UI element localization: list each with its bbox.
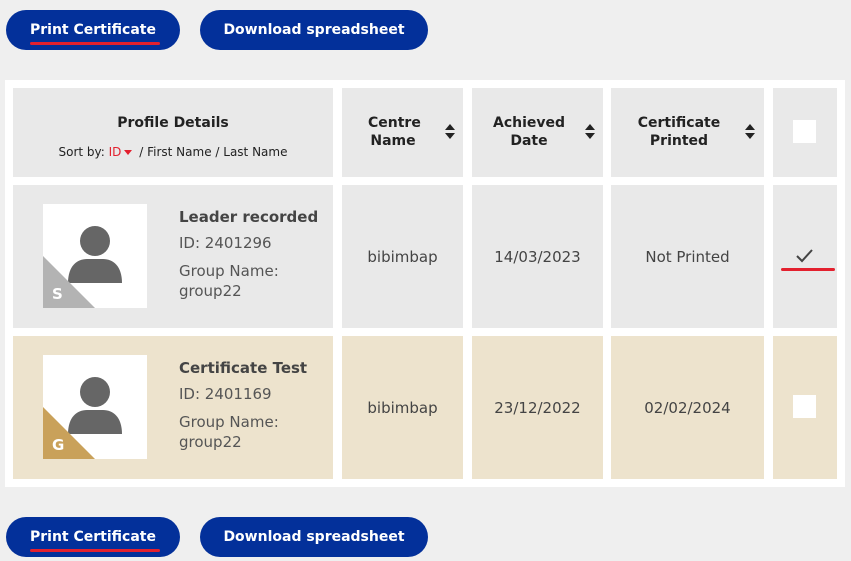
- sort-id-text: ID: [108, 145, 122, 159]
- check-icon: [796, 249, 813, 263]
- certificate-value: Not Printed: [645, 248, 730, 266]
- achieved-value: 23/12/2022: [494, 399, 581, 417]
- avatar: S: [43, 204, 147, 308]
- table-cell-centre: bibimbap: [342, 336, 463, 479]
- achieved-title-line2: Date: [510, 133, 548, 149]
- centre-name-title: Centre Name: [368, 114, 421, 150]
- table-cell-select: [773, 336, 837, 479]
- profile-group: Group Name: group22: [179, 412, 279, 452]
- header-achieved-date[interactable]: Achieved Date: [472, 88, 603, 177]
- table-cell-select: [773, 185, 837, 328]
- print-certificate-button[interactable]: Print Certificate: [6, 517, 180, 557]
- group-value: group22: [179, 282, 242, 300]
- certificate-printed-title: Certificate Printed: [637, 114, 721, 150]
- row-select-checkbox[interactable]: [793, 244, 816, 267]
- download-spreadsheet-button[interactable]: Download spreadsheet: [200, 517, 428, 557]
- sort-by-label: Sort by:: [58, 145, 105, 159]
- profile-name: Leader recorded: [179, 208, 319, 226]
- centre-value: bibimbap: [367, 399, 438, 417]
- focus-underline: [30, 549, 160, 552]
- download-spreadsheet-label: Download spreadsheet: [223, 22, 405, 38]
- download-spreadsheet-button[interactable]: Download spreadsheet: [200, 10, 428, 50]
- certificate-title-line2: Printed: [649, 133, 709, 149]
- row-select-checkbox[interactable]: [793, 395, 816, 418]
- table-cell-achieved: 23/12/2022: [472, 336, 603, 479]
- centre-title-line2: Name: [370, 133, 416, 149]
- results-table: Profile Details Sort by: ID / First Name…: [5, 80, 845, 487]
- print-certificate-label: Print Certificate: [30, 529, 156, 545]
- avatar: G: [43, 355, 147, 459]
- header-centre-name[interactable]: Centre Name: [342, 88, 463, 177]
- header-profile-details: Profile Details Sort by: ID / First Name…: [13, 88, 333, 177]
- badge-letter: S: [52, 285, 63, 303]
- badge-triangle: [43, 256, 95, 308]
- achieved-title-line1: Achieved: [493, 115, 566, 131]
- header-certificate-printed[interactable]: Certificate Printed: [611, 88, 764, 177]
- profile-details-title: Profile Details: [117, 115, 229, 131]
- caret-down-icon: [124, 150, 133, 155]
- group-label: Group Name:: [179, 262, 279, 280]
- table-cell-certificate: Not Printed: [611, 185, 764, 328]
- print-certificate-label: Print Certificate: [30, 22, 156, 38]
- table-row-profile: S Leader recorded ID: 2401296 Group Name…: [13, 185, 333, 328]
- table-cell-achieved: 14/03/2023: [472, 185, 603, 328]
- sort-by-last-name-link[interactable]: / Last Name: [215, 145, 287, 159]
- profile-id: ID: 2401169: [179, 385, 272, 403]
- profile-group: Group Name: group22: [179, 261, 279, 301]
- achieved-date-title: Achieved Date: [493, 114, 565, 150]
- sort-arrows-icon[interactable]: [585, 124, 595, 140]
- sort-arrows-icon[interactable]: [745, 124, 755, 140]
- profile-name: Certificate Test: [179, 359, 308, 377]
- table-row-profile: G Certificate Test ID: 2401169 Group Nam…: [13, 336, 333, 479]
- focus-underline: [30, 42, 160, 45]
- centre-value: bibimbap: [367, 248, 438, 266]
- print-certificate-button[interactable]: Print Certificate: [6, 10, 180, 50]
- badge-letter: G: [52, 436, 65, 454]
- sort-by-controls: Sort by: ID / First Name / Last Name: [13, 145, 333, 159]
- badge-triangle: [43, 407, 95, 459]
- certificate-title-line1: Certificate: [637, 115, 721, 131]
- sort-arrows-icon[interactable]: [445, 124, 455, 140]
- table-cell-centre: bibimbap: [342, 185, 463, 328]
- centre-title-line1: Centre: [368, 115, 421, 131]
- group-label: Group Name:: [179, 413, 279, 431]
- sort-by-first-name-link[interactable]: / First Name: [139, 145, 211, 159]
- achieved-value: 14/03/2023: [494, 248, 581, 266]
- group-value: group22: [179, 433, 242, 451]
- table-cell-certificate: 02/02/2024: [611, 336, 764, 479]
- download-spreadsheet-label: Download spreadsheet: [223, 529, 405, 545]
- focus-underline: [781, 268, 835, 271]
- profile-id: ID: 2401296: [179, 234, 272, 252]
- sort-by-id-link[interactable]: ID: [109, 145, 140, 159]
- header-select-all: [773, 88, 837, 177]
- certificate-value: 02/02/2024: [644, 399, 731, 417]
- select-all-checkbox[interactable]: [793, 120, 816, 143]
